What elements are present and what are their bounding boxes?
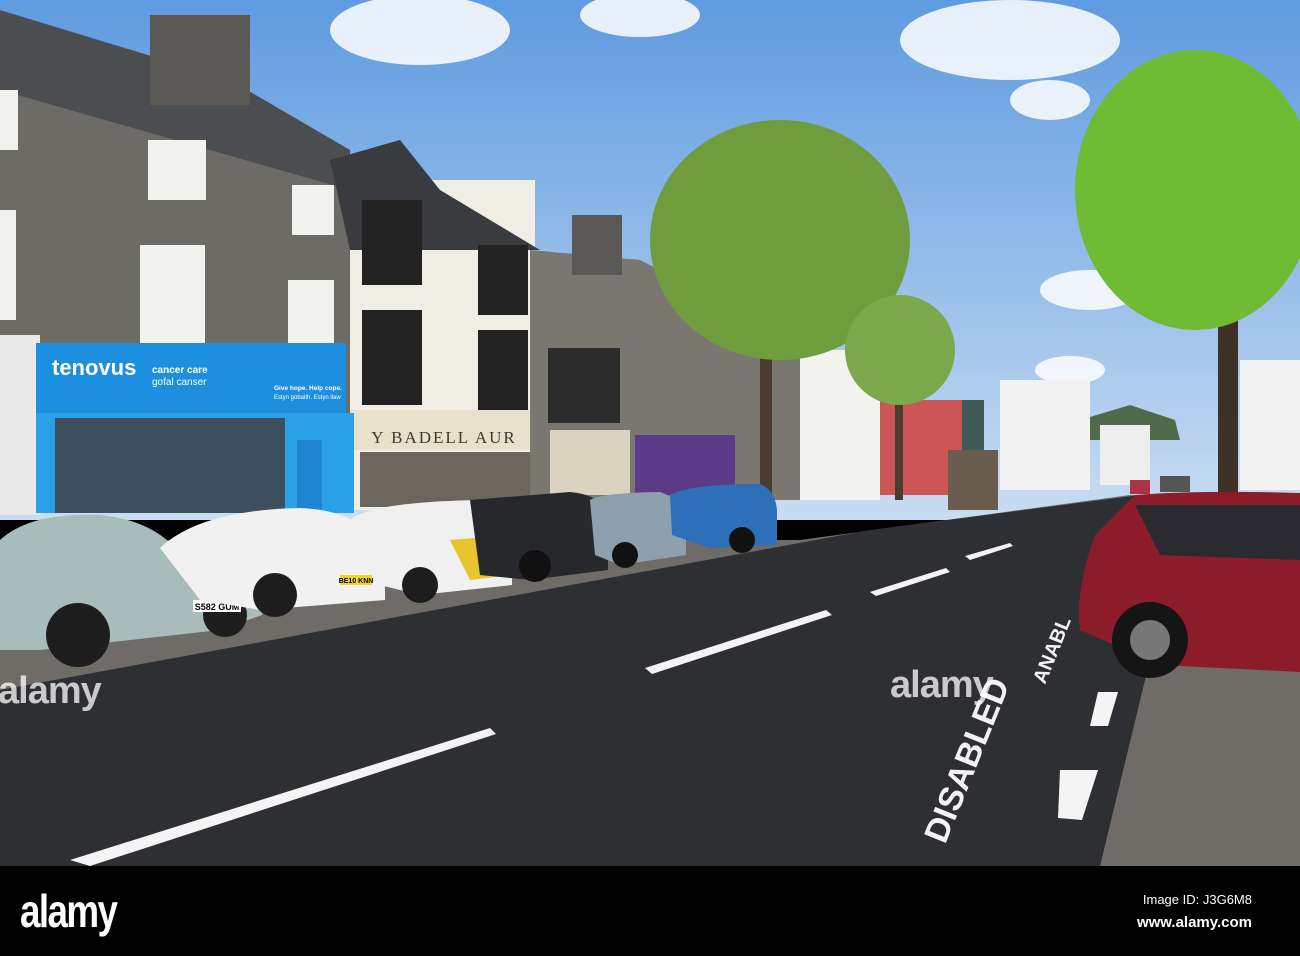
car-black: [470, 492, 608, 582]
watermark-left: alamy: [0, 670, 102, 712]
street-photo: Y BADELL AUR tenovus cancer care gofal c…: [0, 0, 1300, 866]
tenovus-shopfront: tenovus cancer care gofal canser Give ho…: [0, 335, 354, 515]
tenovus-slogan: Give hope. Help cope.: [274, 385, 342, 392]
alamy-url[interactable]: www.alamy.com: [1137, 914, 1252, 931]
tenovus-tagline-welsh: gofal canser: [152, 377, 207, 388]
shop-sign-y-badell-aur: Y BADELL AUR: [371, 428, 517, 447]
tenovus-logo: tenovus: [52, 355, 136, 380]
watermark-bar: alamy Image ID: J3G6M8 www.alamy.com: [0, 866, 1300, 956]
image-id: Image ID: J3G6M8: [1142, 892, 1252, 907]
license-plate: BE10 KNN: [339, 578, 374, 585]
tudor-building: Y BADELL AUR: [330, 140, 540, 510]
tenovus-slogan-welsh: Estyn gobaith. Estyn llaw: [274, 395, 341, 401]
alamy-logo: alamy: [20, 885, 118, 937]
watermark-center: alamy: [890, 664, 994, 706]
tenovus-tagline: cancer care: [152, 365, 208, 376]
